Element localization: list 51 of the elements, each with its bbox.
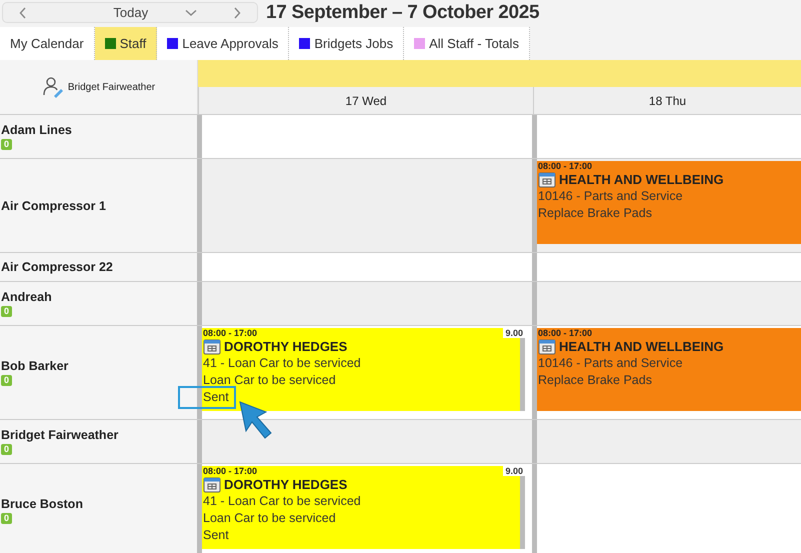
calendar-tab[interactable]: Staff	[94, 27, 158, 60]
event-detail: Loan Car to be serviced	[203, 372, 336, 389]
event-detail: Replace Brake Pads	[538, 205, 652, 222]
calendar-tab[interactable]: All Staff - Totals	[404, 27, 530, 60]
resource-name: Bruce Boston	[1, 497, 83, 511]
event-detail: 10146 - Parts and Service	[538, 355, 683, 372]
event-detail: 10146 - Parts and Service	[538, 188, 683, 205]
event-title: DOROTHY HEDGES	[224, 339, 348, 354]
event-title: HEALTH AND WELLBEING	[559, 339, 724, 354]
calendar-icon	[203, 338, 221, 355]
calendar-tab[interactable]: Leave Approvals	[157, 27, 290, 60]
chevron-down-icon[interactable]	[184, 8, 197, 16]
event-detail: 41 - Loan Car to be serviced	[203, 493, 361, 510]
user-header-cell: Bridget Fairweather	[0, 60, 198, 114]
day-header: 17 Wed	[198, 87, 533, 114]
event-time: 08:00 - 17:00	[538, 328, 592, 338]
event-time: 08:00 - 17:00	[538, 161, 592, 171]
chevron-right-icon[interactable]	[232, 6, 241, 18]
event-detail: Replace Brake Pads	[538, 372, 652, 389]
event-detail: 41 - Loan Car to be serviced	[203, 355, 361, 372]
event-block[interactable]: 08:00 - 17:00 HEALTH AND WELLBEING 10146 - Parts and Service Replace Brake Pads	[537, 328, 801, 411]
event-block[interactable]: 08:00 - 17:00 9.00 DOROTHY HEDGES 41 - Loan Car to be serviced Loan Car to be serviced Sent	[202, 466, 525, 549]
resource-name: Bob Barker	[1, 359, 68, 373]
resource-name: Adam Lines	[1, 123, 72, 137]
event-block[interactable]: 08:00 - 17:00 HEALTH AND WELLBEING 10146 - Parts and Service Replace Brake Pads	[537, 161, 801, 244]
resource-name: Air Compressor 22	[1, 260, 113, 274]
resource-name: Bridget Fairweather	[1, 428, 118, 442]
event-detail: Loan Car to be serviced	[203, 510, 336, 527]
event-detail: Sent	[203, 389, 229, 406]
event-title: HEALTH AND WELLBEING	[559, 172, 724, 187]
event-time: 08:00 - 17:00	[203, 466, 258, 476]
resource-name: Andreah	[1, 290, 52, 304]
day-header: 18 Thu	[533, 87, 801, 114]
calendar-tab[interactable]: My Calendar	[0, 27, 95, 60]
cursor-arrow-icon	[238, 400, 274, 440]
chevron-left-icon[interactable]	[19, 6, 27, 18]
user-edit-icon[interactable]	[42, 76, 64, 98]
date-range-title: 17 September – 7 October 2025	[266, 2, 540, 24]
calendar-icon	[203, 476, 221, 493]
event-time: 08:00 - 17:00	[203, 328, 258, 338]
calendar-tab[interactable]: Bridgets Jobs	[289, 27, 404, 60]
today-button[interactable]: Today	[113, 5, 148, 20]
highlight-box	[178, 386, 236, 409]
event-detail: Sent	[203, 527, 229, 544]
event-block[interactable]: 08:00 - 17:00 9.00 DOROTHY HEDGES 41 - Loan Car to be serviced Loan Car to be serviced Sent	[202, 328, 525, 411]
event-title: DOROTHY HEDGES	[224, 477, 348, 492]
calendar-icon	[538, 171, 556, 188]
resource-name: Air Compressor 1	[1, 198, 106, 212]
calendar-icon	[538, 338, 556, 355]
event-hours: 9.00	[503, 328, 525, 338]
event-hours: 9.00	[503, 466, 525, 476]
